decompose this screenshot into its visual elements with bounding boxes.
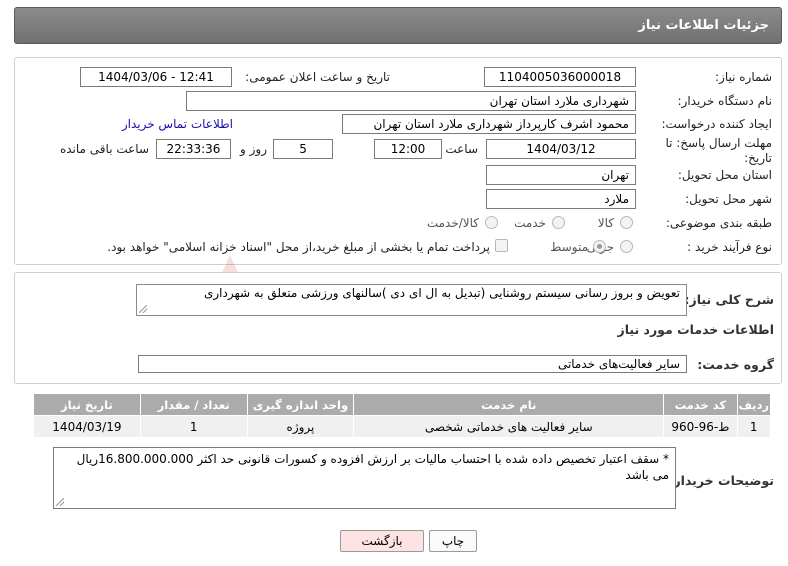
treasury-payment-checkbox[interactable] [495,239,508,252]
col-header-service-name: نام خدمت [353,393,665,416]
remaining-time-field: 22:33:36 [156,139,231,159]
cell-row-number: 1 [736,415,771,438]
page-title: جزئیات اطلاعات نیاز [638,18,769,33]
col-header-quantity: تعداد / مقدار [139,393,248,416]
summary-text: تعویض و بروز رسانی سیستم روشنایی (تبدیل … [203,286,680,300]
buyer-notes-text: * سقف اعتبار تخصیص داده شده با احتساب ما… [76,452,669,482]
province-label: استان محل تحویل: [677,168,772,182]
deadline-date-field: 1404/03/12 [486,139,636,159]
category-option-goods-service: کالا/خدمت [426,216,479,230]
treasury-payment-note: پرداخت تمام یا بخشی از مبلغ خرید،از محل … [107,240,490,254]
creator-field: محمود اشرف کارپرداز شهرداری ملارد استان … [342,114,636,134]
print-button[interactable]: چاپ [429,530,477,552]
col-header-need-date: تاریخ نیاز [33,393,141,416]
summary-textarea[interactable]: تعویض و بروز رسانی سیستم روشنایی (تبدیل … [136,284,687,316]
announce-field: 1404/03/06 - 12:41 [80,67,232,87]
resize-grip-icon [56,498,64,506]
cell-need-date: 1404/03/19 [33,415,141,438]
category-radio-goods-service[interactable] [485,216,498,229]
need-number-field: 1104005036000018 [484,67,636,87]
need-number-label: شماره نیاز: [715,70,772,84]
category-radio-goods[interactable] [620,216,633,229]
buyer-contact-link[interactable]: اطلاعات تماس خریدار [122,117,233,131]
province-field: تهران [486,165,636,185]
col-header-row-number: ردیف [736,393,771,416]
process-radio-medium[interactable] [593,240,606,253]
announce-label: تاریخ و ساعت اعلان عمومی: [245,70,390,84]
services-table-wrapper: ردیف کد خدمت نام خدمت واحد اندازه گیری ت… [33,393,771,438]
deadline-time-field: 12:00 [374,139,442,159]
buyer-org-label: نام دستگاه خریدار: [677,94,773,108]
buyer-notes-label: توضیحات خریدار: [668,473,774,488]
col-header-service-code: کد خدمت [663,393,738,416]
table-row: 1 ط-96-960 سایر فعالیت های خدماتی شخصی پ… [33,415,771,438]
cell-service-code: ط-96-960 [663,415,738,438]
category-option-goods: کالا [597,216,614,230]
category-radio-service[interactable] [552,216,565,229]
cell-quantity: 1 [139,415,248,438]
buyer-notes-textarea[interactable]: * سقف اعتبار تخصیص داده شده با احتساب ما… [53,447,676,509]
city-label: شهر محل تحویل: [685,192,772,206]
deadline-label: مهلت ارسال پاسخ: تا تاریخ: [665,136,772,165]
remaining-label: ساعت باقی مانده [59,142,149,156]
services-table: ردیف کد خدمت نام خدمت واحد اندازه گیری ت… [33,393,771,438]
city-field: ملارد [486,189,636,209]
days-field: 5 [273,139,333,159]
services-section-title: اطلاعات خدمات مورد نیاز [617,322,775,337]
deadline-time-label: ساعت [445,142,478,156]
service-group-label: گروه خدمت: [697,357,774,372]
back-button[interactable]: بازگشت [340,530,424,552]
category-option-service: خدمت [514,216,546,230]
cell-service-name: سایر فعالیت های خدماتی شخصی [353,415,665,438]
cell-unit: پروژه [246,415,355,438]
resize-grip-icon [139,305,147,313]
process-radio-minor[interactable] [620,240,633,253]
creator-label: ایجاد کننده درخواست: [661,117,772,131]
table-header-row: ردیف کد خدمت نام خدمت واحد اندازه گیری ت… [33,393,771,416]
page-header: جزئیات اطلاعات نیاز [14,7,782,44]
days-label: روز و [240,142,267,156]
process-label: نوع فرآیند خرید : [687,240,772,254]
buyer-org-field: شهرداری ملارد استان تهران [186,91,636,111]
col-header-unit: واحد اندازه گیری [246,393,355,416]
process-option-medium: متوسط [550,240,588,254]
category-label: طبقه بندی موضوعی: [665,216,772,230]
service-group-field: سایر فعالیت‌های خدماتی [138,355,687,373]
summary-label: شرح کلی نیاز: [684,292,774,307]
